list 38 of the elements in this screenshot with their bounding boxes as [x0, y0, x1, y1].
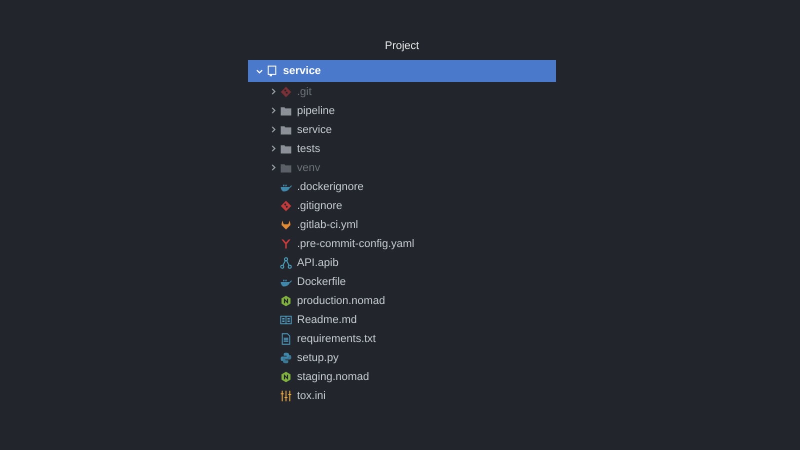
y-letter-icon	[280, 238, 292, 250]
folder-icon	[280, 162, 292, 174]
chevron-icon[interactable]	[270, 88, 276, 95]
chevron-icon[interactable]	[270, 164, 276, 171]
repo-icon	[266, 65, 278, 77]
chevron-icon[interactable]	[270, 145, 276, 152]
python-icon	[280, 352, 292, 364]
tree-item[interactable]: setup.py	[248, 348, 556, 367]
tree-item[interactable]: API.apib	[248, 253, 556, 272]
git-icon	[280, 200, 292, 212]
tree-item[interactable]: Dockerfile	[248, 272, 556, 291]
git-icon	[280, 86, 292, 98]
document-icon	[280, 332, 292, 344]
tree-item[interactable]: requirements.txt	[248, 329, 556, 348]
chevron-icon[interactable]	[270, 126, 276, 133]
tree-item[interactable]: pipeline	[248, 101, 556, 120]
tree-item[interactable]: service	[248, 120, 556, 139]
tree-item[interactable]: .pre-commit-config.yaml	[248, 234, 556, 253]
node-graph-icon	[280, 256, 292, 268]
sliders-icon	[280, 390, 292, 402]
tree-item[interactable]: .dockerignore	[248, 177, 556, 196]
tree-item[interactable]: service	[248, 60, 556, 82]
tree-item[interactable]: staging.nomad	[248, 367, 556, 386]
panel-title: Project	[384, 39, 420, 53]
tree-item[interactable]: .gitignore	[248, 196, 556, 215]
tree-item[interactable]: tests	[248, 139, 556, 158]
tree-item[interactable]: Readme.md	[248, 310, 556, 329]
tree-item[interactable]: production.nomad	[248, 291, 556, 310]
folder-icon	[280, 104, 292, 116]
hexagon-icon	[280, 294, 292, 306]
book-icon	[280, 314, 292, 326]
tree-item[interactable]: .gitlab-ci.yml	[248, 215, 556, 234]
tree-item[interactable]: tox.ini	[248, 386, 556, 405]
folder-icon	[280, 124, 292, 136]
fox-icon	[280, 218, 292, 230]
hexagon-icon	[280, 370, 292, 382]
chevron-icon[interactable]	[270, 107, 276, 114]
folder-icon	[280, 142, 292, 154]
